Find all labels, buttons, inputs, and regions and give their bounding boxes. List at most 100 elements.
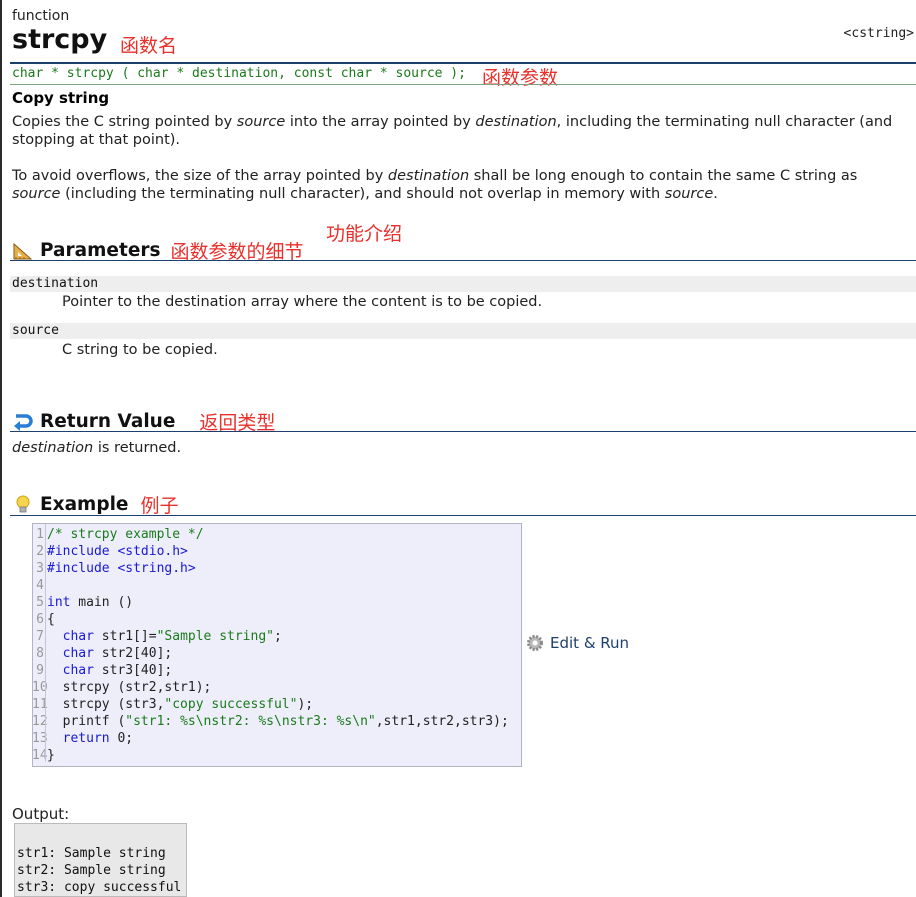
text-run: . xyxy=(713,186,718,202)
code-line: printf ("str1: %s\nstr2: %s\nstr3: %s\n"… xyxy=(47,713,509,730)
return-value-rule xyxy=(10,431,916,432)
example-heading: Example 例子 xyxy=(12,491,178,518)
line-number: 3 xyxy=(36,561,44,576)
line-number: 1 xyxy=(36,527,44,542)
output-line: str3: copy successful xyxy=(17,880,182,895)
title-rule xyxy=(10,62,916,64)
summary-annotation: 功能介绍 xyxy=(326,223,403,245)
code-line: } xyxy=(47,747,509,764)
line-number: 6 xyxy=(36,612,44,627)
code-token: str3[40]; xyxy=(93,663,173,678)
line-number-gutter: 1 2 3 4 5 6 7 8 9 10 11 12 13 14 xyxy=(32,526,48,764)
code-token: char xyxy=(62,646,94,661)
output-text: str1: Sample string str2: Sample string st… xyxy=(17,845,181,896)
text-run: To avoid overflows, the size of the arra… xyxy=(12,168,388,184)
line-number: 10 xyxy=(32,680,48,695)
code-token: main () xyxy=(70,595,134,610)
code-token: { xyxy=(47,612,55,627)
prototype-rule xyxy=(10,84,916,85)
return-value-text: destination is returned. xyxy=(12,439,902,457)
code-token: ; xyxy=(274,629,282,644)
summary-paragraph-1: Copies the C string pointed by source in… xyxy=(12,113,902,149)
output-line: str1: Sample string xyxy=(17,846,166,861)
line-number: 7 xyxy=(36,629,44,644)
header-reference-link[interactable]: <cstring> xyxy=(844,26,914,41)
code-token: int xyxy=(47,595,71,610)
example-rule xyxy=(10,515,916,516)
code-line: int main () xyxy=(47,594,509,611)
text-run: into the array pointed by xyxy=(285,114,476,130)
code-token: /* strcpy example */ xyxy=(47,527,204,542)
page-title: strcpy xyxy=(12,24,108,55)
code-token: ,str1,str2,str3); xyxy=(375,714,509,729)
example-heading-label: Example xyxy=(40,494,129,515)
text-run: (including the terminating null characte… xyxy=(60,186,665,202)
line-number: 2 xyxy=(36,544,44,559)
return-value-heading-label: Return Value xyxy=(40,411,176,432)
return-value-em: destination xyxy=(12,440,94,456)
return-value-rest: is returned. xyxy=(93,440,182,456)
emphasized-term: source xyxy=(664,186,714,202)
code-line: #include <stdio.h> xyxy=(47,543,509,560)
line-number: 5 xyxy=(36,595,44,610)
summary-paragraph-2: To avoid overflows, the size of the arra… xyxy=(12,167,902,203)
text-run: shall be long enough to contain the same… xyxy=(469,168,858,184)
code-token: #include <string.h> xyxy=(47,561,196,576)
text-run: Copies the C string pointed by xyxy=(12,114,237,130)
code-token: "str1: %s\nstr2: %s\nstr3: %s\n" xyxy=(125,714,376,729)
code-token: char xyxy=(62,629,94,644)
emphasized-term: source xyxy=(236,114,286,130)
code-token: "copy successful" xyxy=(164,697,298,712)
line-number: 13 xyxy=(32,731,48,746)
code-line: return 0; xyxy=(47,730,509,747)
gear-icon xyxy=(526,634,544,652)
param-desc-destination: Pointer to the destination array where t… xyxy=(62,294,543,310)
code-line: char str2[40]; xyxy=(47,645,509,662)
code-token: str1[]= xyxy=(93,629,157,644)
code-token: "Sample string" xyxy=(156,629,274,644)
example-annotation: 例子 xyxy=(140,495,179,517)
line-number: 8 xyxy=(36,646,44,661)
lightbulb-icon xyxy=(12,495,34,515)
code-line: char str1[]="Sample string"; xyxy=(47,628,509,645)
code-token: str2[40]; xyxy=(93,646,173,661)
code-token: strcpy (str2,str1); xyxy=(47,680,212,695)
code-token: ); xyxy=(297,697,314,712)
line-number: 9 xyxy=(36,663,44,678)
line-number: 11 xyxy=(32,697,48,712)
function-prototype: char * strcpy ( char * destination, cons… xyxy=(12,66,466,81)
edit-run-label[interactable]: Edit & Run xyxy=(550,634,629,652)
gutter-divider xyxy=(45,524,46,762)
code-line: { xyxy=(47,611,509,628)
code-token: char xyxy=(62,663,94,678)
code-token: strcpy (str3, xyxy=(47,697,165,712)
line-number: 14 xyxy=(32,748,48,763)
edit-run-button[interactable]: Edit & Run xyxy=(526,634,629,652)
title-annotation: 函数名 xyxy=(120,35,178,57)
param-name-source: source xyxy=(10,323,916,339)
parameters-heading-label: Parameters xyxy=(40,240,161,261)
item-kind: function xyxy=(12,8,70,24)
summary-heading: Copy string xyxy=(12,89,110,107)
output-line: str2: Sample string xyxy=(17,863,166,878)
code-line: /* strcpy example */ xyxy=(47,526,509,543)
line-number: 4 xyxy=(36,578,44,593)
emphasized-term: source xyxy=(12,186,61,202)
code-token: return xyxy=(62,731,110,746)
param-desc-source: C string to be copied. xyxy=(62,342,218,358)
code-line: strcpy (str3,"copy successful"); xyxy=(47,696,509,713)
code-token: 0; xyxy=(109,731,134,746)
emphasized-term: destination xyxy=(387,168,470,184)
param-name-destination: destination xyxy=(10,276,916,292)
prototype-annotation: 函数参数 xyxy=(482,67,559,89)
code-listing: /* strcpy example */ #include <stdio.h> #i… xyxy=(47,526,509,764)
output-label: Output: xyxy=(12,805,70,823)
parameters-rule xyxy=(10,260,916,261)
ruler-triangle-icon xyxy=(12,241,34,261)
return-arrow-icon xyxy=(12,412,34,432)
